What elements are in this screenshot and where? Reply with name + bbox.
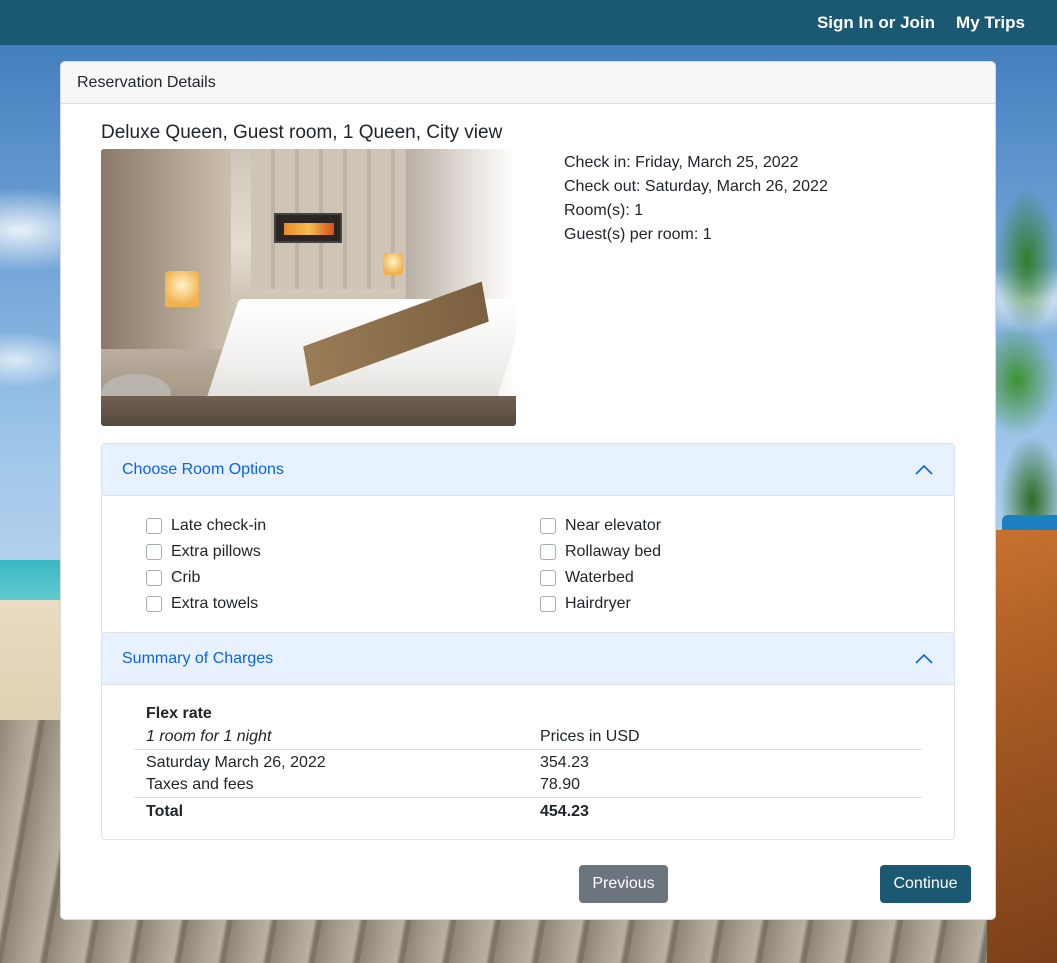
room-summary: Check in: Friday, March 25, 2022 Check o… [101,149,955,426]
option-label: Rollaway bed [565,543,662,560]
check-out-text: Check out: Saturday, March 26, 2022 [564,178,828,195]
option-rollaway-bed[interactable]: Rollaway bed [540,539,840,565]
option-label: Hairdryer [565,595,631,612]
charge-label: Taxes and fees [134,773,528,798]
room-options-title: Choose Room Options [122,460,284,478]
option-label: Late check-in [171,517,267,534]
option-label: Crib [171,569,201,586]
option-extra-pillows[interactable]: Extra pillows [146,539,540,565]
my-trips-link[interactable]: My Trips [956,13,1025,33]
charge-label: Saturday March 26, 2022 [146,753,326,771]
reservation-accordion: Choose Room Options Late check-in Near e… [101,443,955,840]
near-elevator-checkbox[interactable] [540,518,556,534]
option-label: Waterbed [565,569,634,586]
room-photo [101,149,516,426]
total-amount: 454.23 [540,802,589,820]
room-options-list: Late check-in Near elevator Extra pillow… [146,513,910,617]
top-navbar: Sign In or Join My Trips [0,0,1057,45]
room-options-header[interactable]: Choose Room Options [102,444,954,496]
rooms-count-text: Room(s): 1 [564,202,644,219]
extra-towels-checkbox[interactable] [146,596,162,612]
option-crib[interactable]: Crib [146,565,540,591]
charge-amount: 354.23 [540,753,589,771]
card-body: Deluxe Queen, Guest room, 1 Queen, City … [61,121,995,840]
extra-pillows-checkbox[interactable] [146,544,162,560]
hairdryer-checkbox[interactable] [540,596,556,612]
chevron-up-icon[interactable] [914,649,934,669]
late-check-in-checkbox[interactable] [146,518,162,534]
rate-name: Flex rate [146,705,212,722]
stay-details: Check in: Friday, March 25, 2022 Check o… [564,151,828,426]
reservation-card: Reservation Details Deluxe Queen, Guest … [60,61,996,920]
previous-button[interactable]: Previous [579,865,668,903]
option-hairdryer[interactable]: Hairdryer [540,591,840,617]
rollaway-bed-checkbox[interactable] [540,544,556,560]
option-near-elevator[interactable]: Near elevator [540,513,840,539]
charges-body: Flex rate 1 room for 1 night Prices in U… [102,685,954,839]
currency-note: Prices in USD [528,725,922,750]
option-label: Extra pillows [171,543,261,560]
option-late-check-in[interactable]: Late check-in [146,513,540,539]
guests-count-text: Guest(s) per room: 1 [564,226,712,243]
room-title: Deluxe Queen, Guest room, 1 Queen, City … [101,122,503,143]
check-in-text: Check in: Friday, March 25, 2022 [564,154,799,171]
rate-description: 1 room for 1 night [134,725,528,750]
charges-title: Summary of Charges [122,649,274,667]
crib-checkbox[interactable] [146,570,162,586]
sign-in-link[interactable]: Sign In or Join [817,13,935,33]
charges-table: Flex rate 1 room for 1 night Prices in U… [134,701,922,825]
charge-amount: 78.90 [528,773,922,798]
total-label: Total [146,802,184,820]
option-label: Near elevator [565,517,662,534]
option-waterbed[interactable]: Waterbed [540,565,840,591]
continue-button[interactable]: Continue [880,865,971,903]
card-header: Reservation Details [61,62,995,104]
option-extra-towels[interactable]: Extra towels [146,591,540,617]
charges-header[interactable]: Summary of Charges [102,633,954,685]
chevron-up-icon[interactable] [914,460,934,480]
waterbed-checkbox[interactable] [540,570,556,586]
option-label: Extra towels [171,595,259,612]
room-options-body: Late check-in Near elevator Extra pillow… [102,496,954,633]
